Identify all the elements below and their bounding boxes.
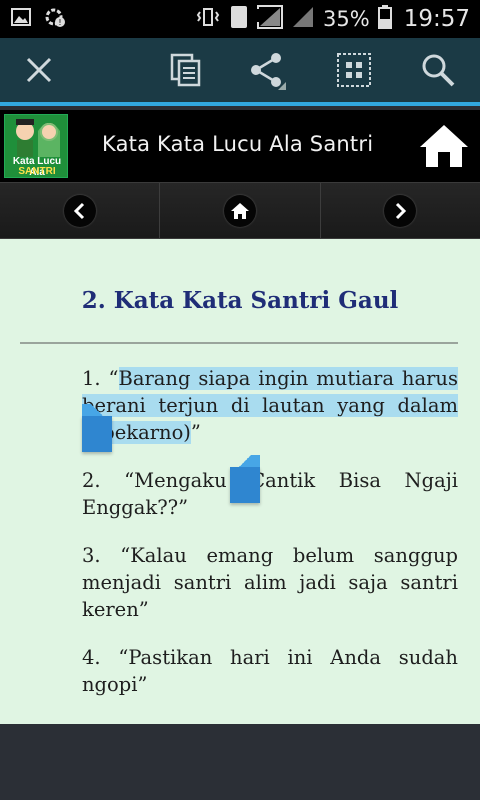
list-item-prefix: 1. “ <box>82 367 119 390</box>
list-item[interactable]: 4. “Pastikan hari ini Anda sudah ngopi” <box>82 644 458 698</box>
list-item[interactable]: 1. “Barang siapa ingin mutiara harus ber… <box>82 365 458 446</box>
previous-button[interactable] <box>0 183 161 238</box>
sim-number: 1 <box>251 6 264 27</box>
select-all-button[interactable] <box>332 50 376 94</box>
section-title: 2. Kata Kata Santri Gaul <box>81 287 399 314</box>
quote-list: 1. “Barang siapa ingin mutiara harus ber… <box>82 365 458 719</box>
bottom-area <box>0 724 480 800</box>
status-bar: ! 1 35% 19:57 <box>0 0 480 38</box>
next-button[interactable] <box>320 183 480 238</box>
battery-icon <box>377 5 392 33</box>
action-bar <box>0 38 480 106</box>
list-item[interactable]: 2. “Mengaku Cantik Bisa Ngaji Enggak??” <box>82 467 458 521</box>
share-icon <box>248 50 288 94</box>
logo-text-line2: SANTRI <box>18 166 56 177</box>
close-button[interactable] <box>17 50 61 94</box>
signal-2-icon <box>291 5 315 33</box>
copy-button[interactable] <box>164 50 208 94</box>
list-item[interactable]: 3. “Kalau emang belum sanggup menjadi sa… <box>82 542 458 623</box>
app-title: Kata Kata Lucu Ala Santri <box>102 132 374 156</box>
home-icon <box>223 194 256 227</box>
selection-start-handle[interactable] <box>82 404 112 452</box>
clock: 19:57 <box>403 6 470 32</box>
nav-home-button[interactable] <box>160 183 321 238</box>
selected-text[interactable]: Barang siapa ingin mutiara harus berani … <box>82 367 458 444</box>
share-button[interactable] <box>246 50 290 94</box>
content-area: 2. Kata Kata Santri Gaul 1. “Barang siap… <box>0 239 480 724</box>
search-button[interactable] <box>416 50 460 94</box>
gallery-notification-icon <box>10 6 32 32</box>
close-icon <box>24 55 54 89</box>
selection-end-handle[interactable] <box>230 455 260 503</box>
battery-percent: 35% <box>323 7 370 31</box>
header-home-button[interactable] <box>418 122 470 170</box>
svg-text:!: ! <box>58 18 61 27</box>
app-header: Kata Lucu Ala SANTRI Kata Kata Lucu Ala … <box>0 110 480 182</box>
home-icon <box>418 125 470 174</box>
select-all-icon <box>336 52 372 92</box>
sim-icon <box>229 5 249 33</box>
chevron-right-icon <box>384 194 417 227</box>
divider <box>20 342 458 344</box>
search-icon <box>420 52 456 92</box>
chevron-left-icon <box>63 194 96 227</box>
nav-bar <box>0 182 480 239</box>
app-logo: Kata Lucu Ala SANTRI <box>4 114 68 178</box>
list-item-suffix: ” <box>190 421 201 444</box>
settings-notification-icon: ! <box>44 6 66 32</box>
copy-icon <box>169 52 203 92</box>
vibrate-icon <box>195 6 221 32</box>
